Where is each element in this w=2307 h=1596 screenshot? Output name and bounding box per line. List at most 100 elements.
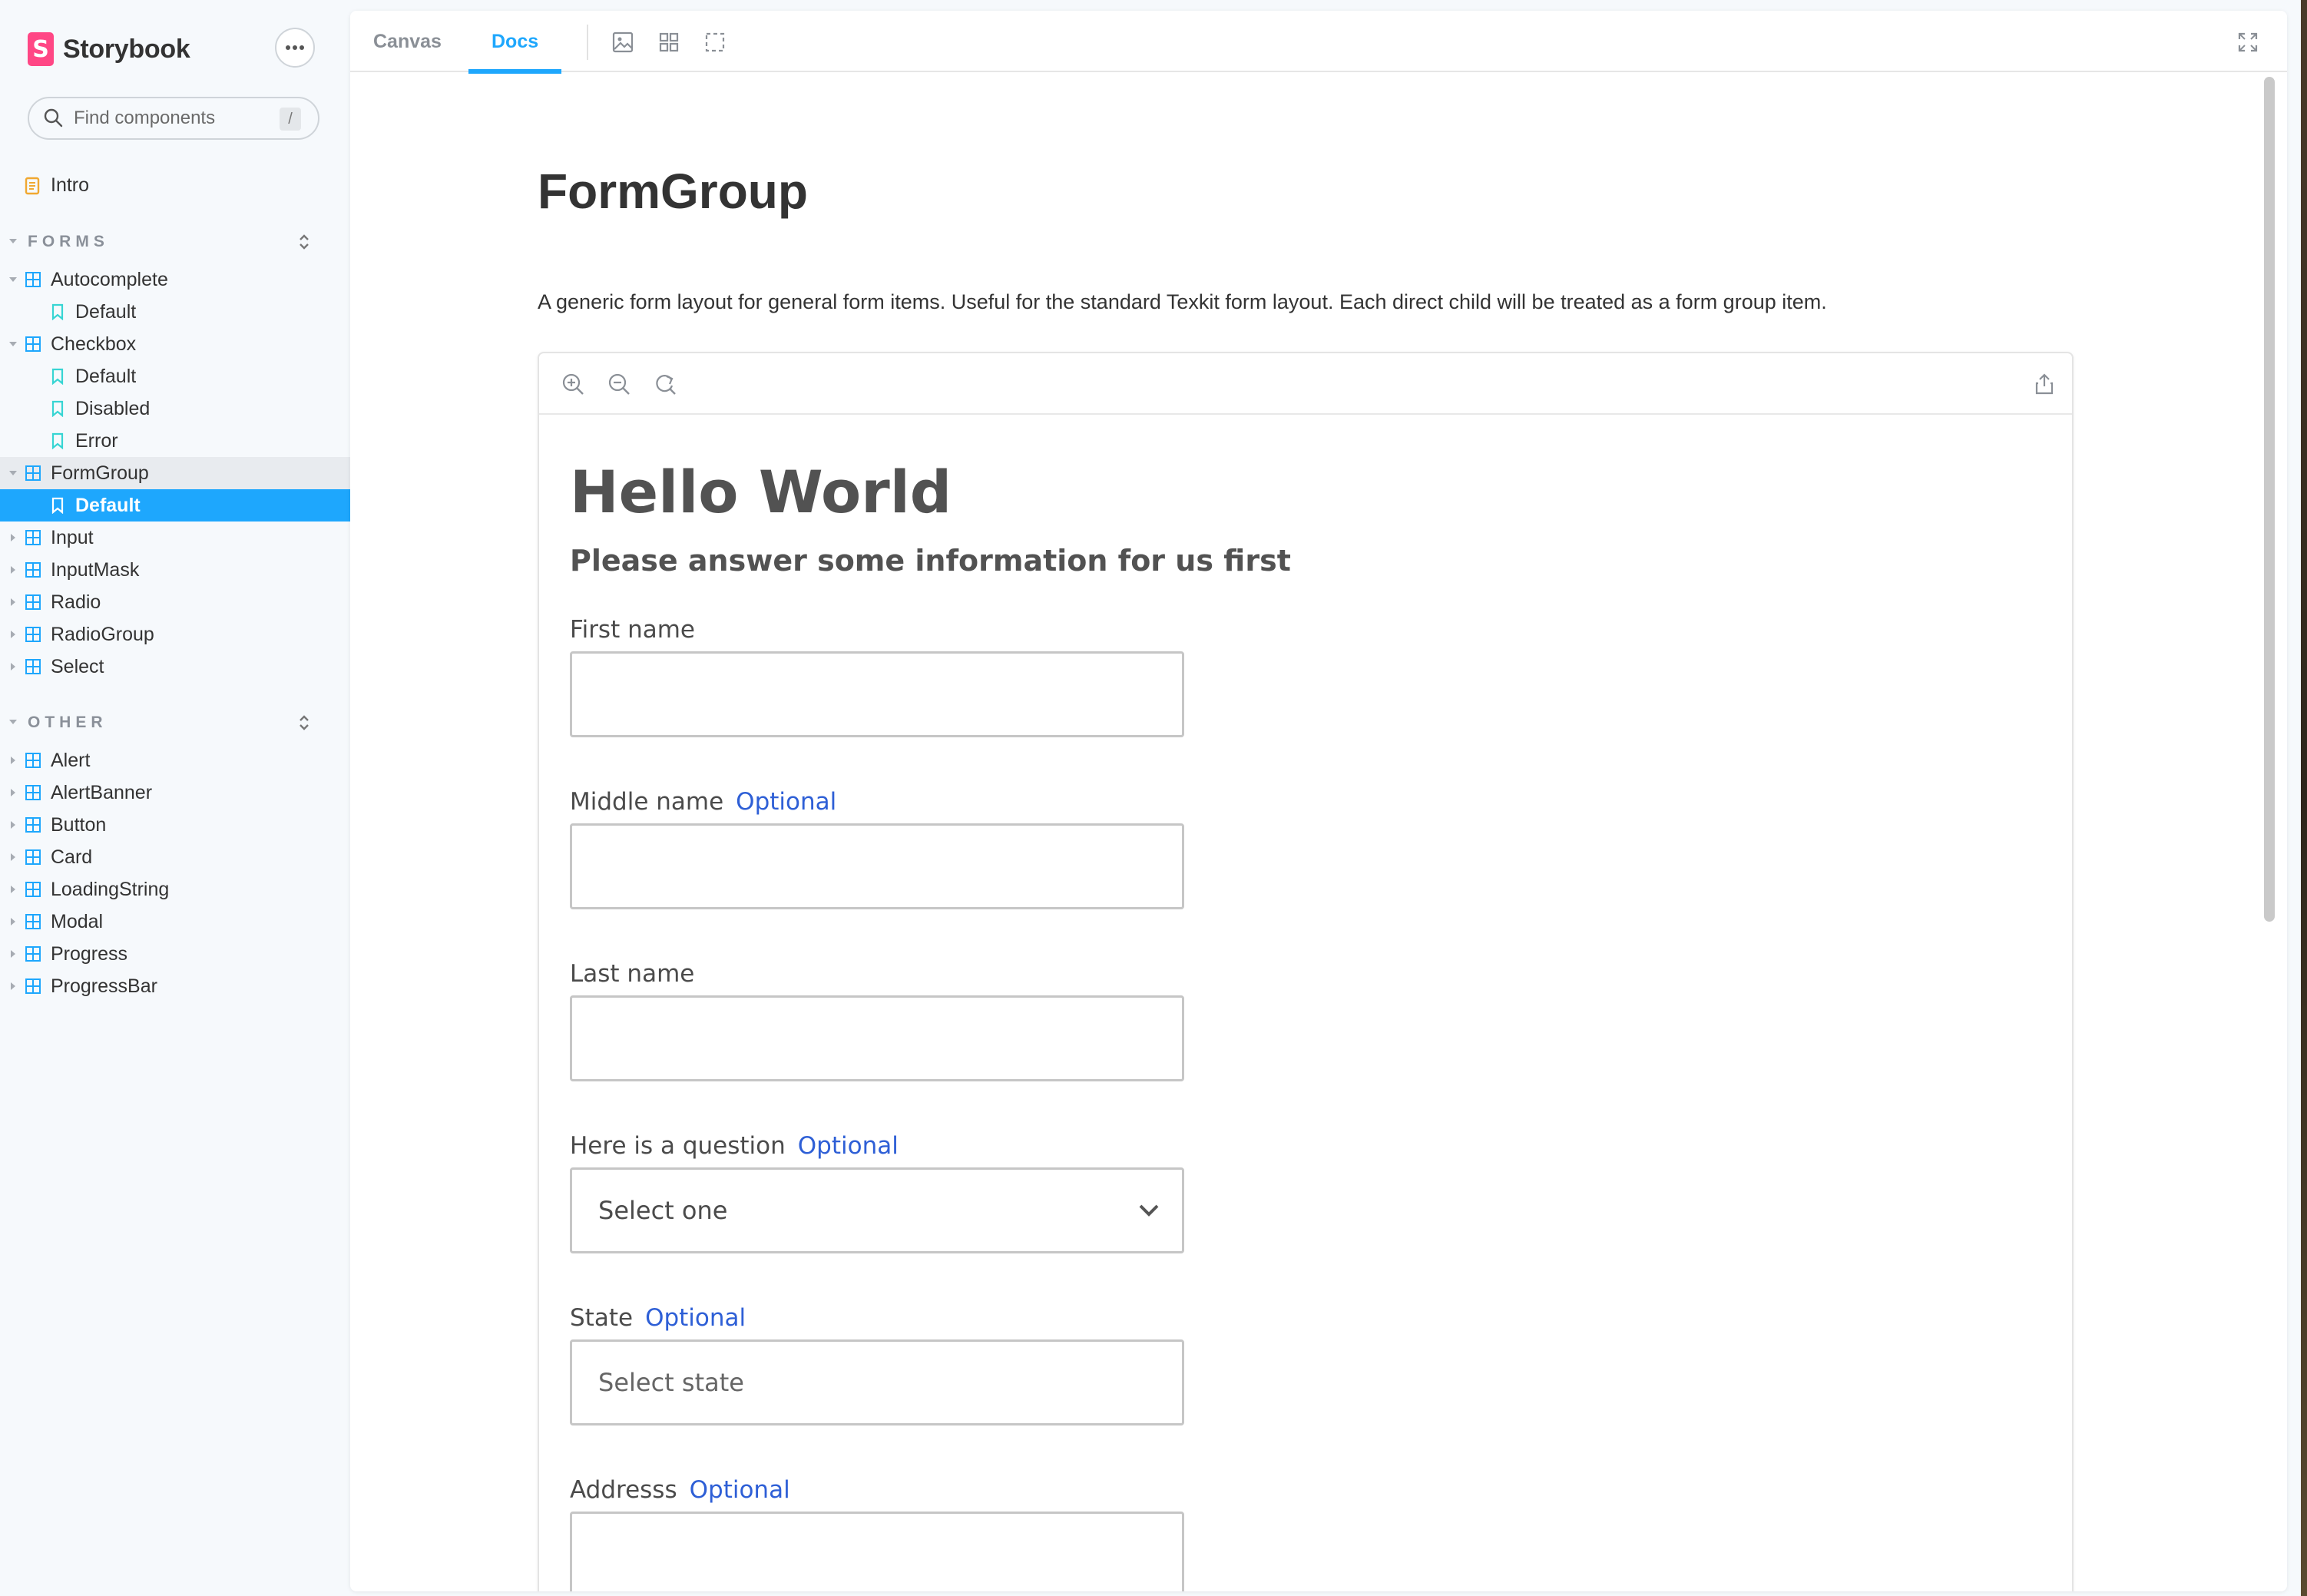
state-input[interactable]: [572, 1342, 1182, 1423]
optional-tag: Optional: [645, 1304, 746, 1332]
search-input[interactable]: [72, 107, 267, 130]
sidebar-story-checkbox-error[interactable]: Error: [0, 425, 350, 457]
field-label-text: State: [570, 1304, 634, 1332]
component-icon: [25, 752, 41, 769]
sidebar-item-label: AlertBanner: [51, 781, 153, 803]
expand-collapse-icon[interactable]: [296, 712, 313, 733]
sidebar-item-formgroup[interactable]: FormGroup: [0, 457, 350, 489]
sidebar-item-label: Radio: [51, 591, 101, 613]
sidebar-item-label: Default: [75, 365, 137, 387]
component-icon: [25, 881, 41, 898]
sidebar-item-input[interactable]: Input: [0, 522, 350, 554]
sidebar-item-radio[interactable]: Radio: [0, 586, 350, 618]
component-icon: [25, 816, 41, 833]
sidebar-item-label: Error: [75, 429, 118, 452]
sidebar-story-formgroup-default[interactable]: Default: [0, 489, 350, 522]
fullscreen-icon[interactable]: [2236, 31, 2259, 54]
caret-right-icon: [9, 598, 17, 606]
field-label-text: Middle name: [570, 788, 724, 816]
preview-toolbar: [539, 353, 2072, 415]
sidebar-item-label: Checkbox: [51, 333, 137, 355]
document-icon: [25, 177, 41, 195]
sidebar-item-card[interactable]: Card: [0, 841, 350, 873]
state-field[interactable]: [570, 1339, 1184, 1425]
question-select[interactable]: Select one: [570, 1167, 1184, 1253]
sidebar-item-button[interactable]: Button: [0, 809, 350, 841]
sidebar-item-inputmask[interactable]: InputMask: [0, 554, 350, 586]
sidebar-item-progress[interactable]: Progress: [0, 938, 350, 970]
sidebar-item-modal[interactable]: Modal: [0, 906, 350, 938]
tab-docs[interactable]: Docs: [468, 11, 562, 74]
component-icon: [25, 849, 41, 866]
address-field[interactable]: [570, 1512, 1184, 1591]
zoom-out-icon[interactable]: [607, 372, 631, 396]
sidebar-item-intro[interactable]: Intro: [0, 169, 350, 201]
last-name-label: Last name: [570, 960, 694, 988]
section-header-forms[interactable]: FORMS: [0, 227, 350, 257]
address-input[interactable]: [572, 1514, 1182, 1591]
sidebar-item-label: Card: [51, 846, 93, 868]
last-name-field[interactable]: [570, 995, 1184, 1081]
sidebar-item-radiogroup[interactable]: RadioGroup: [0, 618, 350, 651]
sidebar-item-alertbanner[interactable]: AlertBanner: [0, 776, 350, 809]
field-label-text: Last name: [570, 960, 695, 988]
caret-right-icon: [9, 853, 17, 861]
grid-icon[interactable]: [657, 31, 680, 54]
section-header-other[interactable]: OTHER: [0, 707, 350, 738]
state-label: State Optional: [570, 1304, 746, 1332]
bookmark-icon: [51, 368, 66, 385]
outline-icon[interactable]: [703, 31, 727, 54]
sidebar-item-label: Button: [51, 813, 107, 836]
sidebar-item-select[interactable]: Select: [0, 651, 350, 683]
sidebar-item-autocomplete[interactable]: Autocomplete: [0, 263, 350, 296]
middle-name-field[interactable]: [570, 823, 1184, 909]
sidebar-item-loadingstring[interactable]: LoadingString: [0, 873, 350, 906]
sidebar-item-label: Select: [51, 655, 104, 677]
image-background-icon[interactable]: [611, 31, 634, 54]
sidebar-item-progressbar[interactable]: ProgressBar: [0, 970, 350, 1002]
share-icon[interactable]: [2032, 372, 2057, 396]
sidebar-story-autocomplete-default[interactable]: Default: [0, 296, 350, 328]
sidebar-item-label: Intro: [51, 174, 90, 196]
sidebar-item-checkbox[interactable]: Checkbox: [0, 328, 350, 360]
question-label: Here is a question Optional: [570, 1132, 899, 1160]
docs-scrollbar[interactable]: [2264, 77, 2275, 922]
first-name-field[interactable]: [570, 651, 1184, 737]
story-preview: Hello World Please answer some informati…: [538, 352, 2074, 1591]
sidebar-item-label: Alert: [51, 749, 91, 771]
brand[interactable]: S Storybook: [28, 31, 190, 68]
first-name-input[interactable]: [572, 654, 1182, 735]
toolbar: Canvas Docs: [350, 11, 2287, 74]
sidebar-item-label: ProgressBar: [51, 975, 157, 997]
search-box[interactable]: /: [28, 97, 319, 140]
storybook-logo-icon: S: [28, 32, 54, 66]
sidebar-item-label: Modal: [51, 910, 104, 932]
caret-down-icon: [9, 238, 17, 246]
middle-name-input[interactable]: [572, 826, 1182, 907]
caret-right-icon: [9, 789, 17, 796]
sidebar-item-alert[interactable]: Alert: [0, 744, 350, 776]
expand-collapse-icon[interactable]: [296, 231, 313, 253]
optional-tag: Optional: [736, 788, 837, 816]
section-title: FORMS: [28, 233, 109, 250]
more-options-button[interactable]: [275, 28, 315, 68]
docs-page: FormGroup A generic form layout for gene…: [350, 72, 2259, 1591]
component-icon: [25, 978, 41, 995]
section-title: OTHER: [28, 714, 108, 731]
zoom-in-icon[interactable]: [561, 372, 585, 396]
chevron-down-icon: [1137, 1199, 1160, 1222]
caret-right-icon: [9, 566, 17, 574]
last-name-input[interactable]: [572, 998, 1182, 1079]
page-title: FormGroup: [538, 164, 808, 219]
sidebar-story-checkbox-disabled[interactable]: Disabled: [0, 392, 350, 425]
zoom-reset-icon[interactable]: [653, 372, 677, 396]
caret-right-icon: [9, 821, 17, 829]
sidebar-story-checkbox-default[interactable]: Default: [0, 360, 350, 392]
caret-down-icon: [9, 469, 17, 477]
component-description: A generic form layout for general form i…: [538, 290, 1827, 313]
caret-down-icon: [9, 719, 17, 727]
sidebar-item-label: Input: [51, 526, 94, 548]
component-icon: [25, 784, 41, 801]
field-label-text: First name: [570, 616, 696, 644]
tab-canvas[interactable]: Canvas: [373, 11, 442, 72]
